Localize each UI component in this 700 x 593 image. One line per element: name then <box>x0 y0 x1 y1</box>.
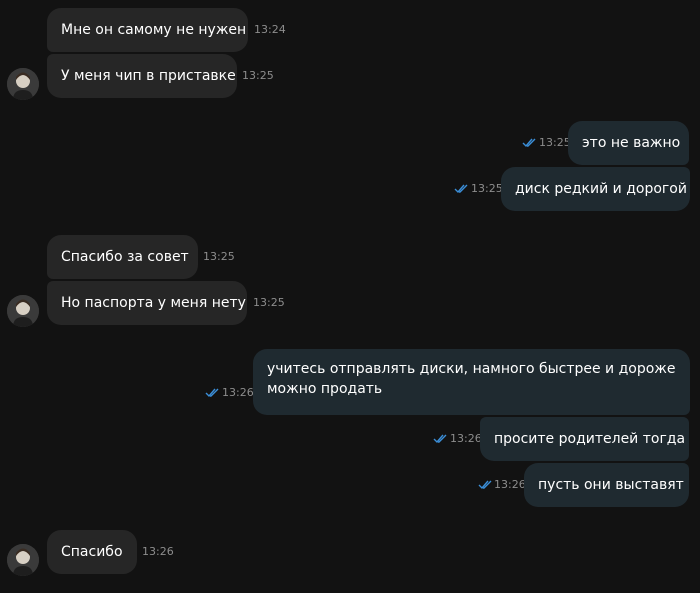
read-double-check-icon <box>454 184 468 194</box>
avatar-icon[interactable] <box>7 68 39 100</box>
message-text: Спасибо за совет <box>61 249 189 265</box>
read-double-check-icon <box>433 434 447 444</box>
message-incoming[interactable]: Мне он самому не нужен 13:24 <box>0 8 700 52</box>
message-bubble[interactable]: У меня чип в приставке <box>47 54 237 98</box>
message-time: 13:25 <box>253 296 285 309</box>
message-bubble[interactable]: Мне он самому не нужен <box>47 8 248 52</box>
message-text: Но паспорта у меня нету <box>61 295 246 311</box>
message-outgoing[interactable]: 13:26 учитесь отправлять диски, намного … <box>0 349 700 415</box>
message-time: 13:26 <box>494 478 526 491</box>
read-double-check-icon <box>478 480 492 490</box>
message-text: учитесь отправлять диски, намного быстре… <box>267 361 676 397</box>
message-time: 13:25 <box>471 182 503 195</box>
message-incoming[interactable]: Но паспорта у меня нету 13:25 <box>0 281 700 327</box>
message-text: просите родителей тогда <box>494 431 686 447</box>
read-double-check-icon <box>522 138 536 148</box>
message-time: 13:25 <box>242 69 274 82</box>
message-time: 13:25 <box>539 136 571 149</box>
message-incoming[interactable]: Спасибо 13:26 <box>0 530 700 576</box>
message-time: 13:26 <box>142 545 174 558</box>
message-time: 13:24 <box>254 23 286 36</box>
message-outgoing[interactable]: 13:26 пусть они выставят <box>0 463 700 507</box>
message-bubble[interactable]: диск редкий и дорогой <box>501 167 690 211</box>
message-bubble[interactable]: просите родителей тогда <box>480 417 689 461</box>
message-text: диск редкий и дорогой <box>515 181 687 197</box>
message-text: У меня чип в приставке <box>61 68 236 84</box>
message-bubble[interactable]: Но паспорта у меня нету <box>47 281 247 325</box>
message-bubble[interactable]: это не важно <box>568 121 689 165</box>
message-bubble[interactable]: Спасибо за совет <box>47 235 198 279</box>
message-text: это не важно <box>582 135 681 151</box>
read-double-check-icon <box>205 388 219 398</box>
message-bubble[interactable]: пусть они выставят <box>524 463 689 507</box>
message-time: 13:25 <box>203 250 235 263</box>
message-bubble[interactable]: учитесь отправлять диски, намного быстре… <box>253 349 690 415</box>
chat-message-list[interactable]: Мне он самому не нужен 13:24 У меня чип … <box>0 0 700 593</box>
message-incoming[interactable]: У меня чип в приставке 13:25 <box>0 54 700 100</box>
avatar-icon[interactable] <box>7 295 39 327</box>
message-outgoing[interactable]: 13:25 диск редкий и дорогой <box>0 167 700 211</box>
message-outgoing[interactable]: 13:25 это не важно <box>0 121 700 165</box>
message-incoming[interactable]: Спасибо за совет 13:25 <box>0 235 700 279</box>
message-text: Спасибо <box>61 544 123 560</box>
message-time: 13:26 <box>222 386 254 399</box>
message-bubble[interactable]: Спасибо <box>47 530 137 574</box>
avatar-icon[interactable] <box>7 544 39 576</box>
message-outgoing[interactable]: 13:26 просите родителей тогда <box>0 417 700 461</box>
message-text: Мне он самому не нужен <box>61 22 247 38</box>
message-time: 13:26 <box>450 432 482 445</box>
message-text: пусть они выставят <box>538 477 684 493</box>
